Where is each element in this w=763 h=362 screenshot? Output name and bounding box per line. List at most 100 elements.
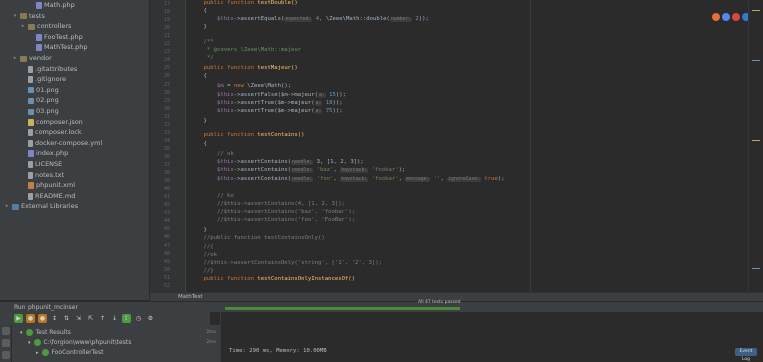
editor-scrollbar[interactable]	[748, 0, 763, 292]
tree-item[interactable]: 02.png	[20, 95, 59, 106]
tree-item-label: docker-compose.yml	[35, 138, 103, 147]
play-icon[interactable]: ▶	[14, 314, 23, 323]
pin-icon[interactable]	[2, 351, 10, 359]
tree-item[interactable]: 03.png	[20, 106, 59, 117]
test-result-row[interactable]: ▾ Test Results	[20, 329, 71, 336]
test-result-row[interactable]: ▾ C:\forgion\www\phpunit\tests	[28, 339, 131, 346]
tree-item[interactable]: MathTest.php	[28, 42, 88, 53]
expand-arrow-icon[interactable]: ▾	[28, 340, 31, 346]
expand-arrow-icon[interactable]: ▸	[12, 53, 18, 64]
folder-icon	[20, 55, 27, 62]
line-number: 42	[163, 202, 170, 209]
line-number: 45	[163, 226, 170, 233]
tree-item[interactable]: ▸ controllers	[20, 21, 72, 32]
tree-item[interactable]: .gitignore	[20, 74, 66, 85]
sort-alpha-icon[interactable]: ↕	[50, 314, 59, 323]
tree-item[interactable]: FooTest.php	[28, 32, 83, 43]
tree-item[interactable]: Math.php	[28, 0, 75, 11]
code-line: */	[203, 55, 214, 61]
line-number: 23	[163, 49, 170, 56]
gear-icon[interactable]: ⚙	[146, 314, 155, 323]
tree-item-label: FooTest.php	[44, 32, 83, 41]
expand-arrow-icon[interactable]: ▸	[4, 201, 10, 212]
code-line: //$this->assertContains('foo', 'FooBar')…	[216, 217, 356, 223]
history-icon[interactable]: ◷	[134, 314, 143, 323]
expand-arrow-icon[interactable]: ▸	[36, 350, 39, 356]
breadcrumb-label[interactable]: MathTest	[178, 294, 203, 300]
tree-item[interactable]: ▸ External Libraries	[4, 201, 78, 212]
tree-item[interactable]: notes.txt	[20, 170, 64, 181]
line-number: 40	[163, 186, 170, 193]
code-line: public function testMajeur()	[203, 65, 298, 71]
test-duration: 2ms	[206, 340, 216, 345]
code-line: // ok	[216, 151, 234, 157]
chrome-icon[interactable]	[722, 13, 730, 21]
code-editor[interactable]: public function testDouble() { $this->as…	[186, 0, 748, 292]
tree-item[interactable]: ▾ tests	[12, 11, 45, 22]
tree-item-label: phpunit.xml	[36, 181, 76, 190]
folder-icon	[28, 23, 35, 30]
tree-item[interactable]: composer.json	[20, 117, 83, 128]
event-log-button[interactable]: Event Log	[735, 348, 757, 362]
collapse-all-icon[interactable]: ⇱	[86, 314, 95, 323]
line-number: 37	[163, 162, 170, 168]
firefox-icon[interactable]	[712, 13, 720, 21]
line-number: 26	[163, 73, 170, 80]
opera-icon[interactable]	[732, 13, 740, 21]
tree-item-label: 02.png	[36, 96, 59, 105]
tree-item[interactable]: phpunit.xml	[20, 180, 75, 191]
tree-item[interactable]: docker-compose.yml	[20, 138, 102, 149]
tree-item-label: composer.json	[36, 117, 83, 126]
test-duration: 2ms	[206, 330, 216, 335]
tree-item[interactable]: index.php	[20, 148, 68, 159]
image-file-icon	[28, 87, 34, 94]
expand-arrow-icon[interactable]: ▸	[20, 21, 26, 32]
show-passed-icon[interactable]: ●	[26, 314, 35, 323]
tree-item-label: 01.png	[36, 85, 59, 94]
test-result-row[interactable]: ▸ FooControllerTest	[36, 349, 103, 356]
expand-arrow-icon[interactable]: ▾	[12, 11, 18, 22]
code-line: //ok	[203, 252, 217, 258]
tree-item[interactable]: 01.png	[20, 85, 59, 96]
file-icon	[28, 161, 33, 168]
line-number: 33	[163, 129, 170, 136]
line-number-gutter: 17 18 19 20 21 22 23 24 25 26 27 28 29 30 31 32 33 34 35 36…	[150, 0, 186, 292]
code-line: $this->assertContains(needle: 'baz', hay…	[216, 167, 406, 173]
test-result-label: FooControllerTest	[51, 349, 104, 356]
tree-item[interactable]: ▸ vendor	[12, 53, 52, 64]
tree-item[interactable]: LICENSE	[20, 159, 62, 170]
tree-item[interactable]: README.md	[20, 191, 75, 202]
next-icon[interactable]: ↓	[110, 314, 119, 323]
stop-icon[interactable]	[2, 327, 10, 335]
line-number: 17	[163, 1, 170, 7]
tree-item[interactable]: composer.lock	[20, 127, 82, 138]
json-file-icon	[28, 118, 34, 126]
sort-duration-icon[interactable]: ⇅	[62, 314, 71, 323]
tree-item[interactable]: .gitattributes	[20, 64, 77, 75]
file-icon	[28, 65, 33, 73]
line-number: 35	[163, 145, 170, 152]
line-number: 43	[163, 210, 170, 217]
line-number: 31	[163, 113, 170, 120]
test-console[interactable]: Time: 290 ms, Memory: 10.00MB	[220, 312, 763, 362]
line-number: 25	[163, 65, 170, 72]
image-file-icon	[28, 108, 34, 115]
expand-arrow-icon[interactable]: ▾	[20, 330, 23, 336]
previous-icon[interactable]: ↑	[98, 314, 107, 323]
test-passed-icon	[41, 349, 49, 356]
code-line: //$this->assertContainsOnly('string', ['…	[203, 260, 382, 266]
line-number: 19	[163, 17, 170, 24]
code-line: //public function testContainsOnly()	[203, 235, 325, 241]
test-results-tree: ▾ Test Results 2ms ▾ C:\forgion\www\phpunit\…	[12, 325, 220, 362]
code-line: //$this->assertContains(4, [1, 2, 3]);	[216, 201, 345, 207]
run-config-name[interactable]: phpunit_mcinser	[28, 304, 78, 311]
line-number: 38	[163, 170, 170, 177]
expand-all-icon[interactable]: ⇲	[74, 314, 83, 323]
test-passed-icon	[33, 339, 41, 346]
tree-item-label: LICENSE	[35, 160, 63, 168]
settings-icon[interactable]	[2, 339, 10, 347]
file-icon	[28, 129, 33, 137]
export-icon[interactable]: ⇪	[122, 314, 131, 323]
show-ignored-icon[interactable]: ●	[38, 314, 47, 323]
code-line: public function testDouble()	[203, 0, 298, 6]
